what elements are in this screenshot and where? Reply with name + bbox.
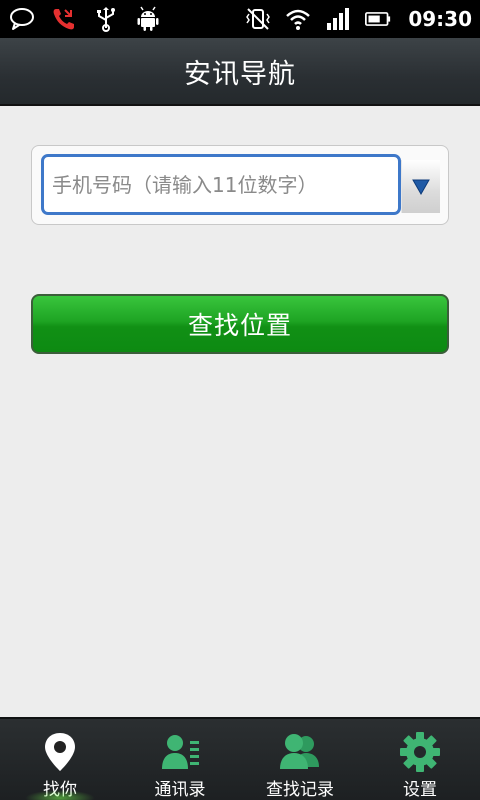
search-location-button[interactable]: 查找位置: [31, 294, 449, 354]
phone-number-input[interactable]: [41, 154, 401, 215]
wifi-icon: [284, 5, 312, 33]
search-history-icon: [278, 731, 322, 773]
dropdown-arrow-icon: [412, 179, 430, 195]
phone-input-panel: [31, 145, 449, 225]
vibrate-off-icon: [244, 5, 272, 33]
nav-item-find-you[interactable]: 找你: [0, 719, 120, 800]
status-bar: 09:30: [0, 0, 480, 38]
missed-call-icon: [50, 5, 78, 33]
bottom-nav: 找你 通讯录 查找记录 设置: [0, 717, 480, 800]
signal-icon: [324, 5, 352, 33]
nav-label: 查找记录: [266, 780, 334, 800]
usb-icon: [92, 5, 120, 33]
location-pin-icon: [38, 731, 82, 773]
nav-item-contacts[interactable]: 通讯录: [120, 719, 240, 800]
history-dropdown-button[interactable]: [401, 160, 440, 213]
nav-item-search-history[interactable]: 查找记录: [240, 719, 360, 800]
chat-bubble-icon: [8, 5, 36, 33]
app-header: 安讯导航: [0, 38, 480, 106]
gear-icon: [398, 731, 442, 773]
android-icon: [134, 5, 162, 33]
nav-item-settings[interactable]: 设置: [360, 719, 480, 800]
nav-label: 通讯录: [154, 780, 206, 800]
page-title: 安讯导航: [184, 58, 296, 90]
battery-icon: [364, 5, 392, 33]
status-clock: 09:30: [408, 7, 472, 31]
nav-label: 设置: [403, 780, 437, 800]
nav-label: 找你: [43, 780, 77, 800]
contacts-icon: [158, 731, 202, 773]
